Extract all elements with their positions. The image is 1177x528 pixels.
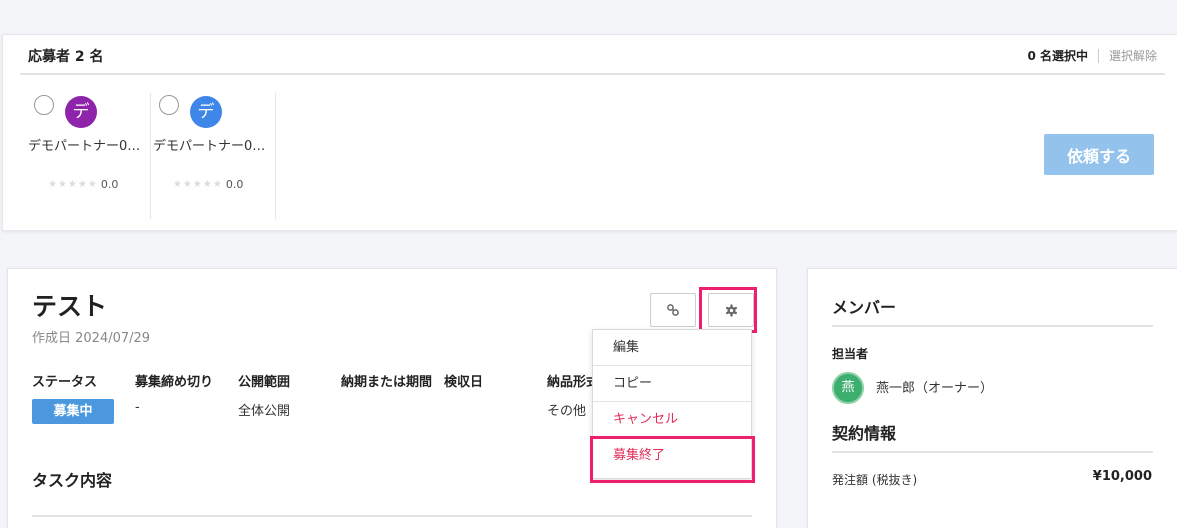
deselect-link[interactable]: 選択解除 xyxy=(1109,47,1157,64)
field-label-status: ステータス xyxy=(32,375,98,390)
settings-highlight xyxy=(699,287,757,333)
member-heading: メンバー xyxy=(832,298,897,317)
selection-info: 0 名選択中 選択解除 xyxy=(1027,47,1157,64)
partner-card: デ デモパートナー0… ★★★★★ 0.0 xyxy=(151,93,276,219)
field-value-visibility: 全体公開 xyxy=(238,404,291,419)
partner-select-radio[interactable] xyxy=(34,95,54,115)
star-rating-icon: ★★★★★ xyxy=(48,179,98,190)
menu-item-copy[interactable]: コピー xyxy=(593,366,751,402)
partner-rating: ★★★★★ 0.0 xyxy=(173,178,243,191)
task-content-heading: タスク内容 xyxy=(32,471,113,490)
owner-label: 担当者 xyxy=(832,347,869,361)
copy-link-button[interactable] xyxy=(650,293,696,327)
star-rating-icon: ★★★★★ xyxy=(173,179,223,190)
divider xyxy=(832,451,1153,453)
partner-card: デ デモパートナー0… ★★★★★ 0.0 xyxy=(26,93,151,219)
close-recruitment-highlight xyxy=(590,436,755,483)
separator xyxy=(1097,48,1099,63)
avatar: 燕 xyxy=(832,372,864,404)
divider xyxy=(832,325,1153,327)
menu-item-cancel[interactable]: キャンセル xyxy=(593,402,751,438)
field-value-deadline: - xyxy=(135,400,140,415)
field-label-due: 納期または期間 xyxy=(341,375,433,390)
contract-heading: 契約情報 xyxy=(832,424,897,443)
link-icon xyxy=(667,304,679,316)
field-label-deadline: 募集締め切り xyxy=(135,375,214,390)
field-label-visibility: 公開範囲 xyxy=(238,375,291,390)
field-value-delivery: その他 xyxy=(547,404,587,419)
rating-score: 0.0 xyxy=(225,178,244,191)
divider xyxy=(32,515,752,517)
partner-select-radio[interactable] xyxy=(159,95,179,115)
applicants-panel: 応募者 2 名 0 名選択中 選択解除 デ デモパートナー0… ★★★★★ 0.… xyxy=(2,34,1177,231)
created-date: 作成日 2024/07/29 xyxy=(32,331,151,346)
rating-score: 0.0 xyxy=(100,178,119,191)
request-button[interactable]: 依頼する xyxy=(1044,134,1154,175)
page-title: テスト xyxy=(32,292,108,321)
menu-item-edit[interactable]: 編集 xyxy=(593,330,751,366)
field-label-inspection: 検収日 xyxy=(444,375,484,390)
member-panel: メンバー 担当者 燕 燕一郎（オーナー） 契約情報 発注額 (税抜き) ¥10,… xyxy=(807,268,1177,528)
avatar[interactable]: デ xyxy=(190,96,222,128)
partner-name[interactable]: デモパートナー0… xyxy=(28,135,148,154)
status-badge: 募集中 xyxy=(32,399,114,424)
fee-value: ¥10,000 xyxy=(1092,469,1152,484)
selected-count: 0 名選択中 xyxy=(1027,49,1088,63)
partner-name[interactable]: デモパートナー0… xyxy=(153,135,273,154)
divider xyxy=(20,73,1165,75)
applicants-title: 応募者 2 名 xyxy=(28,49,104,65)
avatar[interactable]: デ xyxy=(65,96,97,128)
partner-rating: ★★★★★ 0.0 xyxy=(48,178,118,191)
owner-name: 燕一郎（オーナー） xyxy=(876,381,994,396)
fee-label: 発注額 (税抜き) xyxy=(832,473,918,487)
